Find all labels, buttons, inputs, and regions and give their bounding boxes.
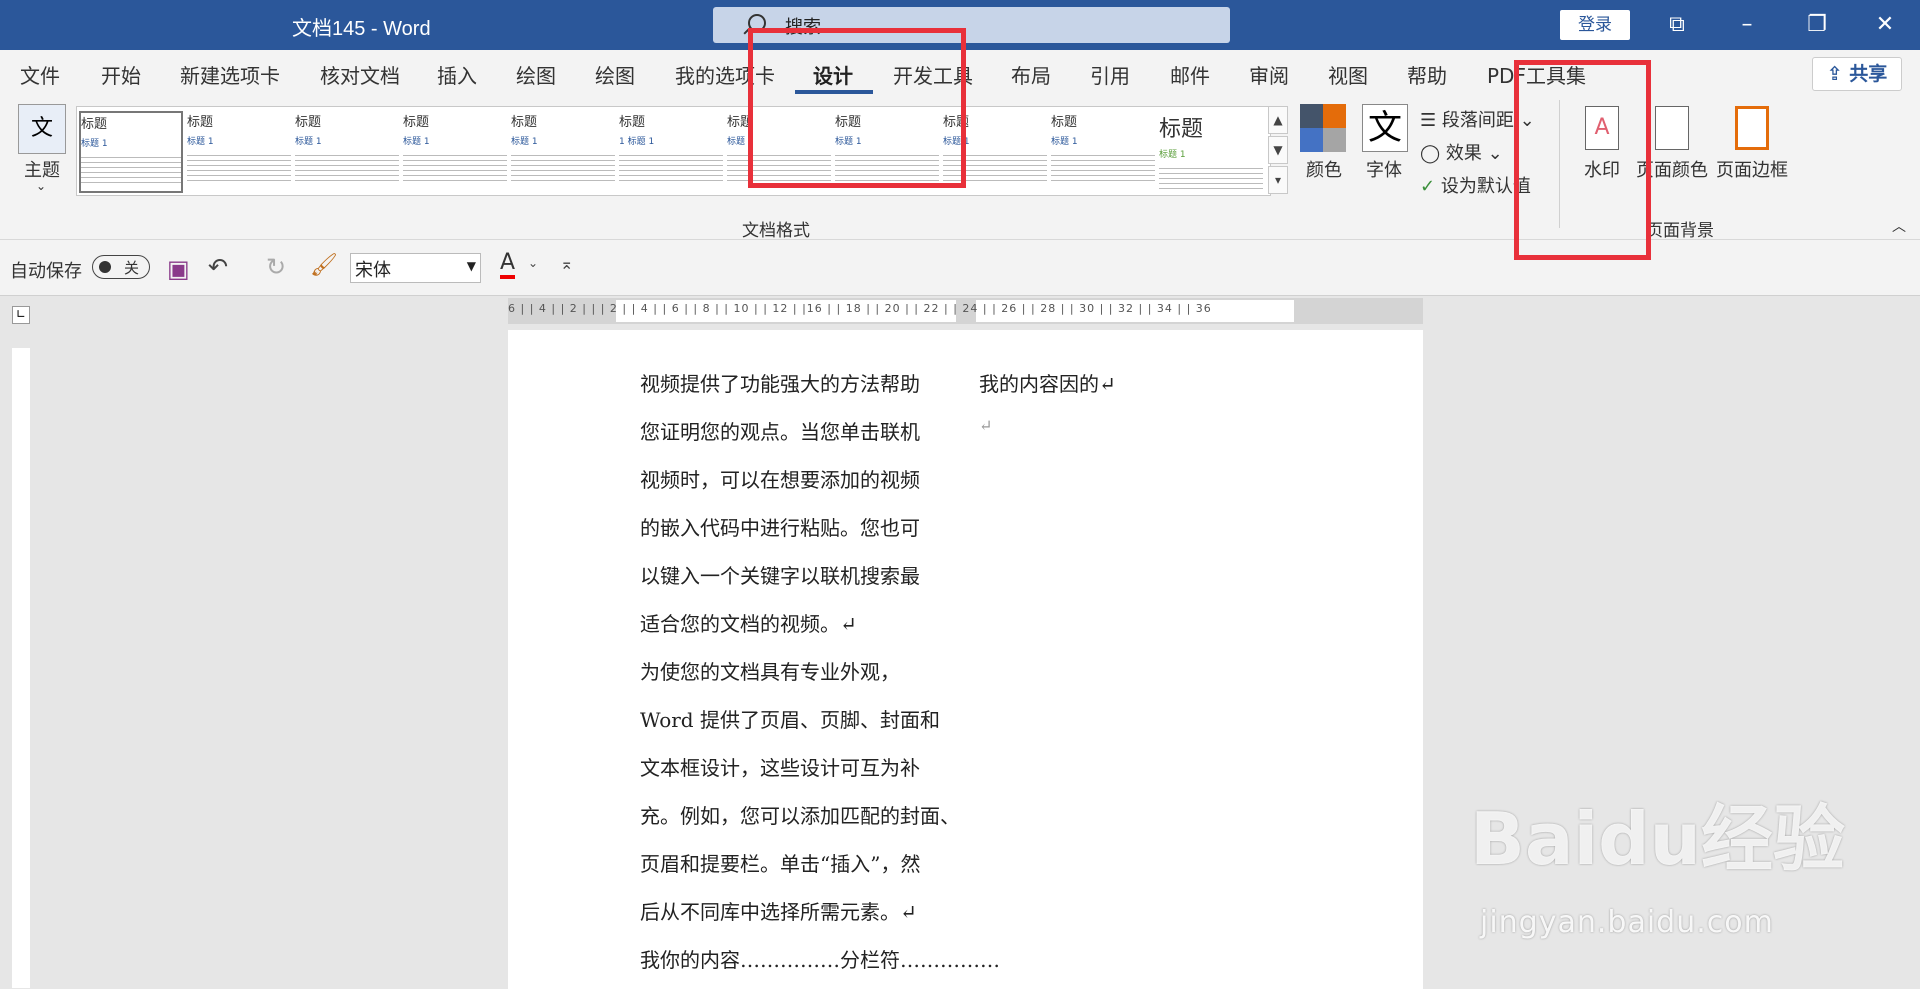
customize-qat-icon[interactable]: ⌅ bbox=[560, 254, 573, 273]
chevron-down-icon[interactable]: ⌄ bbox=[36, 179, 46, 193]
text-line[interactable]: 为使您的文档具有专业外观， bbox=[640, 656, 900, 685]
share-label: 共享 bbox=[1849, 63, 1888, 85]
style-thumb[interactable]: 标题 标题 1 bbox=[79, 111, 183, 193]
style-thumb[interactable]: 标题 标题 1 bbox=[403, 111, 507, 193]
font-color-icon[interactable]: A bbox=[500, 250, 516, 279]
tab-draw-2[interactable]: 绘图 bbox=[595, 60, 635, 89]
style-thumb[interactable]: 标题 标题 1 bbox=[1159, 111, 1263, 193]
toggle-knob bbox=[99, 261, 111, 273]
tab-proofread[interactable]: 核对文档 bbox=[320, 60, 400, 89]
page-border-label[interactable]: 页面边框 bbox=[1716, 156, 1788, 182]
highlight-box-design bbox=[748, 28, 966, 188]
font-value: 宋体 bbox=[355, 260, 391, 281]
text-line[interactable]: 适合您的文档的视频。↵ bbox=[640, 608, 857, 637]
chevron-down-icon[interactable]: ⌄ bbox=[528, 256, 538, 270]
column-break-line[interactable]: 我你的内容……………分栏符…………… bbox=[640, 944, 1000, 973]
text-line[interactable]: 的嵌入代码中进行粘贴。您也可 bbox=[640, 512, 920, 541]
gallery-scroll-up[interactable]: ▲ bbox=[1268, 106, 1288, 134]
tab-new[interactable]: 新建选项卡 bbox=[180, 60, 280, 89]
tab-home[interactable]: 开始 bbox=[101, 60, 141, 89]
baidu-url: jingyan.baidu.com bbox=[1480, 905, 1774, 940]
redo-icon[interactable]: ↻ bbox=[266, 253, 286, 281]
autosave-toggle[interactable]: 关 bbox=[92, 255, 150, 279]
tab-insert[interactable]: 插入 bbox=[437, 60, 477, 89]
tab-file[interactable]: 文件 bbox=[20, 60, 60, 89]
colors-icon[interactable] bbox=[1300, 104, 1346, 152]
check-icon: ✓ bbox=[1420, 176, 1436, 197]
font-select[interactable]: 宋体 ▼ bbox=[350, 253, 481, 283]
vertical-ruler: ∟ bbox=[4, 298, 34, 989]
text-line[interactable]: 后从不同库中选择所需元素。↵ bbox=[640, 896, 917, 925]
style-thumb[interactable]: 标题 1 标题 1 bbox=[619, 111, 723, 193]
tab-mailings[interactable]: 邮件 bbox=[1170, 60, 1210, 89]
text-line[interactable]: 文本框设计，这些设计可互为补 bbox=[640, 752, 920, 781]
format-painter-icon[interactable]: 🖌 bbox=[310, 253, 338, 278]
tab-review[interactable]: 审阅 bbox=[1249, 60, 1289, 89]
paragraph-mark: ↵ bbox=[979, 416, 993, 435]
tab-help[interactable]: 帮助 bbox=[1407, 60, 1447, 89]
minimize-icon[interactable]: – bbox=[1730, 8, 1764, 42]
share-button[interactable]: ⇪ 共享 bbox=[1812, 57, 1902, 91]
group-label-page-bg: 页面背景 bbox=[1646, 221, 1714, 241]
colors-label[interactable]: 颜色 bbox=[1306, 156, 1342, 182]
page-color-icon[interactable] bbox=[1655, 106, 1689, 150]
document-page[interactable]: 视频提供了功能强大的方法帮助 您证明您的观点。当您单击联机 视频时，可以在想要添… bbox=[508, 330, 1423, 989]
style-thumb[interactable]: 标题 标题 1 bbox=[187, 111, 291, 193]
page-border-icon[interactable] bbox=[1735, 106, 1769, 150]
tab-view[interactable]: 视图 bbox=[1328, 60, 1368, 89]
theme-icon[interactable]: 文 bbox=[18, 104, 66, 154]
ruler-scale bbox=[12, 348, 30, 988]
undo-icon[interactable]: ↶ bbox=[208, 253, 228, 281]
collapse-ribbon-icon[interactable]: ︿ bbox=[1892, 216, 1906, 236]
style-gallery: 标题 标题 1 标题 标题 1 标题 标题 1 标题 标题 1 标题 标题 1 标题 1 标… bbox=[76, 106, 1271, 196]
window-title: 文档145 - Word bbox=[292, 18, 431, 40]
chevron-down-icon: ▼ bbox=[466, 259, 476, 273]
style-thumb[interactable]: 标题 标题 1 bbox=[511, 111, 615, 193]
baidu-logo: Baidu经验 bbox=[1470, 797, 1845, 881]
tab-draw[interactable]: 绘图 bbox=[516, 60, 556, 89]
login-button[interactable]: 登录 bbox=[1560, 10, 1630, 40]
effects-label: 效果 bbox=[1445, 143, 1482, 164]
restore-icon[interactable]: ❐ bbox=[1800, 8, 1834, 42]
fonts-label[interactable]: 字体 bbox=[1366, 156, 1402, 182]
para-spacing-label: 段落间距 bbox=[1441, 110, 1514, 131]
close-icon[interactable]: ✕ bbox=[1868, 8, 1902, 42]
autosave-label: 自动保存 bbox=[10, 261, 82, 282]
style-thumb[interactable]: 标题 标题 1 bbox=[1051, 111, 1155, 193]
gallery-scroll-down[interactable]: ▼ bbox=[1268, 136, 1288, 164]
text-line[interactable]: 视频提供了功能强大的方法帮助 bbox=[640, 368, 920, 397]
group-label-doc-format: 文档格式 bbox=[742, 221, 810, 241]
text-line[interactable]: 您证明您的观点。当您单击联机 bbox=[640, 416, 920, 445]
text-line[interactable]: Word 提供了页眉、页脚、封面和 bbox=[640, 704, 940, 733]
horizontal-ruler: 6 | | 4 | | 2 | | | 2 | | 4 | | 6 | | 8 … bbox=[508, 298, 1423, 324]
toggle-state: 关 bbox=[124, 259, 140, 277]
fonts-icon[interactable]: 文 bbox=[1362, 104, 1408, 152]
ribbon-display-icon[interactable]: ⧉ bbox=[1660, 8, 1694, 42]
tab-selector-icon[interactable]: ∟ bbox=[12, 306, 30, 324]
tab-references[interactable]: 引用 bbox=[1090, 60, 1130, 89]
tab-layout[interactable]: 布局 bbox=[1011, 60, 1051, 89]
text-line-col2[interactable]: 我的内容因的↵ bbox=[979, 368, 1116, 397]
text-line[interactable]: 视频时，可以在想要添加的视频 bbox=[640, 464, 920, 493]
effects-button[interactable]: ◯ 效果 ⌄ bbox=[1420, 139, 1503, 165]
ruler-numbers: 6 | | 4 | | 2 | | | 2 | | 4 | | 6 | | 8 … bbox=[508, 302, 1212, 315]
style-thumb[interactable]: 标题 标题 1 bbox=[295, 111, 399, 193]
text-line[interactable]: 以键入一个关键字以联机搜索最 bbox=[640, 560, 920, 589]
save-icon[interactable]: ▣ bbox=[167, 255, 190, 283]
text-line[interactable]: 页眉和提要栏。单击“插入”，然 bbox=[640, 848, 920, 877]
gallery-more[interactable]: ▾ bbox=[1268, 166, 1288, 194]
text-line[interactable]: 充。例如，您可以添加匹配的封面、 bbox=[640, 800, 960, 829]
highlight-box-watermark bbox=[1514, 60, 1651, 260]
